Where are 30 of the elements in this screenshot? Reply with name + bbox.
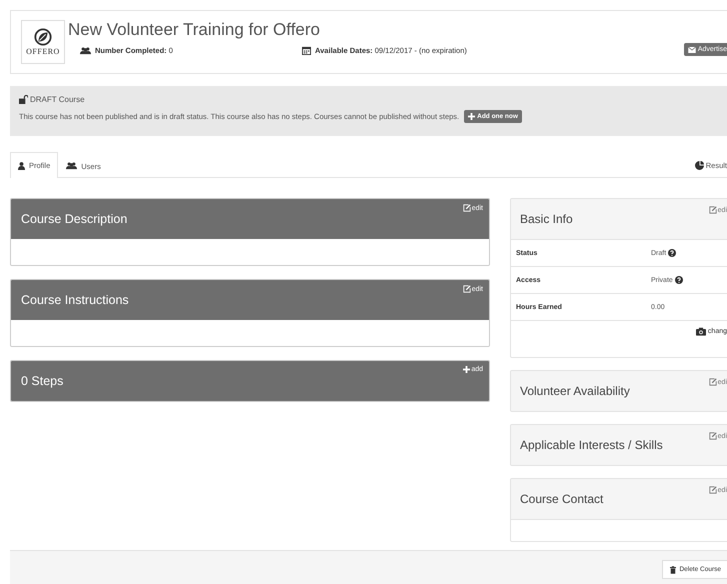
panel-title: Volunteer Availability: [520, 384, 630, 398]
panel-title: 0 Steps: [21, 374, 64, 388]
panel-title: Course Contact: [520, 492, 604, 506]
users-icon: [66, 162, 78, 170]
help-icon: [674, 276, 683, 284]
pencil-icon: [708, 486, 717, 494]
leaf-logo-icon: [34, 28, 52, 46]
envelope-icon: [688, 46, 696, 52]
panel-title: Applicable Interests / Skills: [520, 438, 663, 452]
users-icon: [80, 46, 91, 54]
course-title: New Volunteer Training for Offero: [68, 20, 321, 40]
draft-title: DRAFT Course: [30, 95, 85, 104]
plus-icon: [468, 113, 476, 120]
pie-chart-icon: [694, 160, 704, 170]
help-icon: [668, 249, 676, 257]
pencil-icon: [462, 204, 471, 212]
calendar-icon: [302, 46, 311, 55]
person-icon: [18, 162, 25, 170]
camera-icon: [696, 327, 706, 336]
pencil-icon: [708, 378, 717, 386]
panel-title: Course Description: [21, 212, 128, 226]
logo-text: OFFERO: [26, 47, 60, 56]
panel-title: Basic Info: [520, 212, 573, 226]
pencil-icon: [708, 206, 717, 214]
panel-title: Course Instructions: [21, 293, 129, 307]
pencil-icon: [462, 285, 471, 293]
pencil-icon: [708, 432, 717, 440]
unlock-icon: [19, 95, 28, 104]
plus-icon: [463, 366, 470, 373]
trash-icon: [670, 566, 676, 574]
